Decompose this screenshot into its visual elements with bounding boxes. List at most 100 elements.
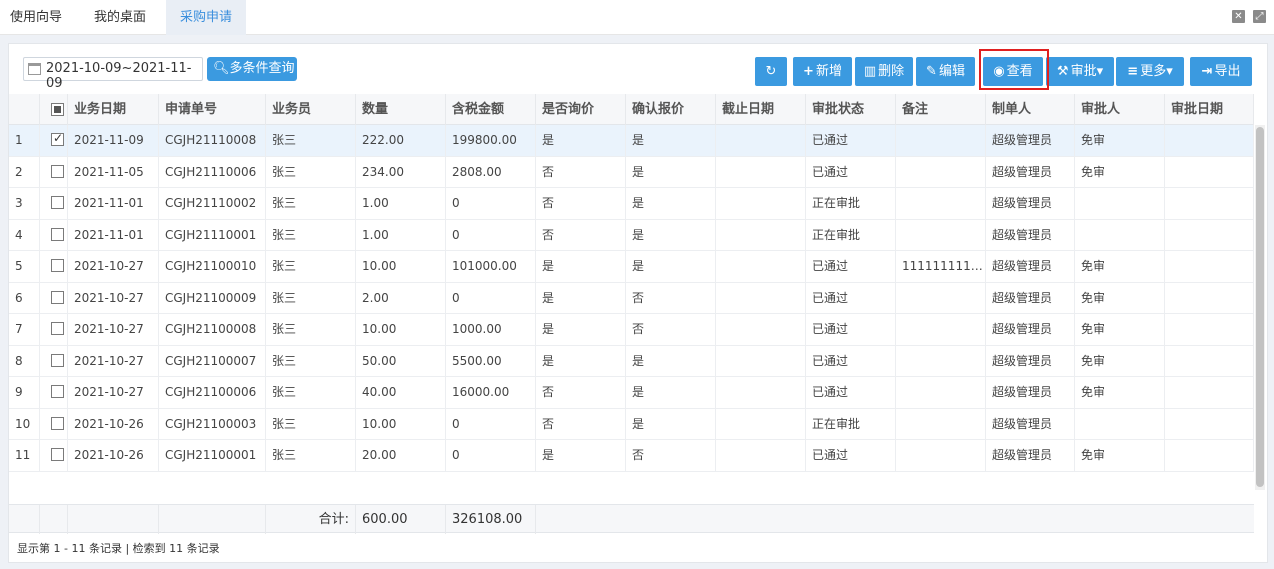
export-button[interactable]: ⇥ 导出 [1190, 57, 1252, 86]
cell-business-date: 2021-11-01 [68, 219, 159, 251]
date-range-input[interactable]: 2021-10-09~2021-11-09 [23, 57, 203, 91]
cell-quantity: 10.00 [356, 251, 446, 282]
cell-approval-date [1165, 251, 1254, 282]
tab-desktop[interactable]: 我的桌面 [84, 0, 156, 35]
row-checkbox[interactable] [51, 227, 64, 241]
cell-approval-date [1165, 125, 1254, 156]
cell-approver: 免审 [1075, 251, 1165, 282]
cell-salesperson: 张三 [266, 282, 356, 314]
cell-approval-date [1165, 377, 1254, 408]
cell-deadline [716, 251, 806, 282]
cell-approval-status: 已通过 [806, 156, 896, 188]
cell-approval-status: 已通过 [806, 251, 896, 282]
column-header-remark[interactable]: 备注 [896, 94, 986, 125]
tab-guide[interactable]: 使用向导 [0, 0, 72, 35]
cell-deadline [716, 219, 806, 251]
cell-request-no: CGJH21110006 [159, 156, 266, 188]
cell-tax-amount: 5500.00 [446, 345, 536, 377]
cell-approval-status: 正在审批 [806, 188, 896, 219]
table-row[interactable]: 5 2021-10-27 CGJH21100010 张三 10.00 101000.00 是… [9, 251, 1254, 283]
advanced-search-button[interactable]: 🔍︎多条件查询 [207, 57, 297, 81]
table-row[interactable]: 11 2021-10-26 CGJH21100001 张三 20.00 0 是否 已通过 超级管… [9, 440, 1254, 472]
cell-inquiry: 是 [536, 282, 626, 314]
refresh-button[interactable]: ↻ [755, 57, 787, 86]
cell-salesperson: 张三 [266, 314, 356, 345]
maximize-icon[interactable]: ⤢ [1253, 10, 1266, 23]
close-tab-icon[interactable]: ✕ [1232, 10, 1245, 23]
column-header-business-date[interactable]: 业务日期 [68, 94, 159, 125]
cell-inquiry: 否 [536, 408, 626, 440]
row-checkbox[interactable] [51, 131, 64, 146]
scrollbar-thumb[interactable] [1256, 127, 1264, 487]
row-checkbox[interactable] [51, 322, 64, 335]
cell-request-no: CGJH21100003 [159, 408, 266, 440]
tab-purchase-request[interactable]: 采购申请 [166, 0, 246, 35]
cell-business-date: 2021-10-26 [68, 440, 159, 471]
table-row[interactable]: 9 2021-10-27 CGJH21100006 张三 40.00 16000.00 否是… [9, 377, 1254, 409]
cell-creator: 超级管理员 [986, 314, 1075, 345]
row-number: 6 [9, 282, 40, 314]
table-row[interactable]: 3 2021-11-01 CGJH21110002 张三 1.00 0 否是 正在审批 超级管理… [9, 188, 1254, 220]
cell-approval-date [1165, 314, 1254, 345]
cell-confirm-quote: 否 [626, 440, 716, 471]
add-button[interactable]: + 新增 [793, 57, 852, 86]
row-checkbox[interactable] [51, 385, 64, 398]
cell-inquiry: 否 [536, 377, 626, 408]
column-header-quantity[interactable]: 数量 [356, 94, 446, 125]
table-row[interactable]: 6 2021-10-27 CGJH21100009 张三 2.00 0 是否 已通过 超级管理员… [9, 282, 1254, 314]
approve-dropdown-button[interactable]: ⚒ 审批▾ [1046, 57, 1114, 86]
row-checkbox[interactable] [51, 416, 64, 430]
cell-quantity: 234.00 [356, 156, 446, 188]
row-checkbox[interactable] [51, 448, 64, 461]
edit-button[interactable]: ✎ 编辑 [916, 57, 975, 86]
cell-deadline [716, 377, 806, 408]
table-row[interactable]: 4 2021-11-01 CGJH21110001 张三 1.00 0 否是 正在审批 超级管理… [9, 219, 1254, 251]
row-checkbox[interactable] [51, 353, 64, 367]
column-header-tax-amount[interactable]: 含税金额 [446, 94, 536, 125]
column-header-deadline[interactable]: 截止日期 [716, 94, 806, 125]
table-row[interactable]: 10 2021-10-26 CGJH21100003 张三 10.00 0 否是 正在审批 超级… [9, 408, 1254, 440]
table-row[interactable]: 2 2021-11-05 CGJH21110006 张三 234.00 2808.00 否是… [9, 156, 1254, 188]
export-icon: ⇥ [1201, 64, 1213, 79]
cell-remark [896, 408, 986, 440]
cell-salesperson: 张三 [266, 219, 356, 251]
column-header-creator[interactable]: 制单人 [986, 94, 1075, 125]
column-header-request-no[interactable]: 申请单号 [159, 94, 266, 125]
cell-approval-status: 正在审批 [806, 408, 896, 440]
cell-approval-status: 已通过 [806, 125, 896, 156]
cell-tax-amount: 0 [446, 408, 536, 440]
column-header-salesperson[interactable]: 业务员 [266, 94, 356, 125]
cell-approver [1075, 219, 1165, 251]
scrollbar[interactable] [1255, 125, 1265, 490]
table-row[interactable]: 7 2021-10-27 CGJH21100008 张三 10.00 1000.00 是否 已… [9, 314, 1254, 346]
select-all-checkbox[interactable] [51, 103, 64, 116]
column-header-approval-status[interactable]: 审批状态 [806, 94, 896, 125]
row-checkbox[interactable] [51, 259, 64, 272]
cell-inquiry: 否 [536, 156, 626, 188]
cell-confirm-quote: 否 [626, 314, 716, 345]
cell-confirm-quote: 是 [626, 188, 716, 219]
cell-approval-date [1165, 408, 1254, 440]
table-row[interactable]: 8 2021-10-27 CGJH21100007 张三 50.00 5500.00 是是已… [9, 345, 1254, 377]
column-header-confirm-quote[interactable]: 确认报价 [626, 94, 716, 125]
cell-tax-amount: 101000.00 [446, 251, 536, 282]
row-checkbox[interactable] [51, 164, 64, 178]
approve-label: 审批▾ [1070, 64, 1104, 79]
cell-quantity: 20.00 [356, 440, 446, 471]
cell-confirm-quote: 是 [626, 408, 716, 440]
column-header-approver[interactable]: 审批人 [1075, 94, 1165, 125]
column-header-approval-date[interactable]: 审批日期 [1165, 94, 1254, 125]
cell-tax-amount: 199800.00 [446, 125, 536, 156]
cell-quantity: 50.00 [356, 345, 446, 377]
cell-business-date: 2021-11-05 [68, 156, 159, 188]
add-label: 新增 [815, 64, 842, 79]
cell-salesperson: 张三 [266, 188, 356, 219]
table-row[interactable]: 1 2021-11-09CGJH21110008张三222.00199800.00… [9, 125, 1254, 157]
cell-approval-date [1165, 219, 1254, 251]
row-checkbox[interactable] [51, 290, 64, 304]
column-header-inquiry[interactable]: 是否询价 [536, 94, 626, 125]
more-dropdown-button[interactable]: ≡ 更多▾ [1116, 57, 1184, 86]
row-checkbox[interactable] [51, 196, 64, 209]
row-number: 8 [9, 345, 40, 377]
delete-button[interactable]: ▥ 删除 [855, 57, 913, 86]
